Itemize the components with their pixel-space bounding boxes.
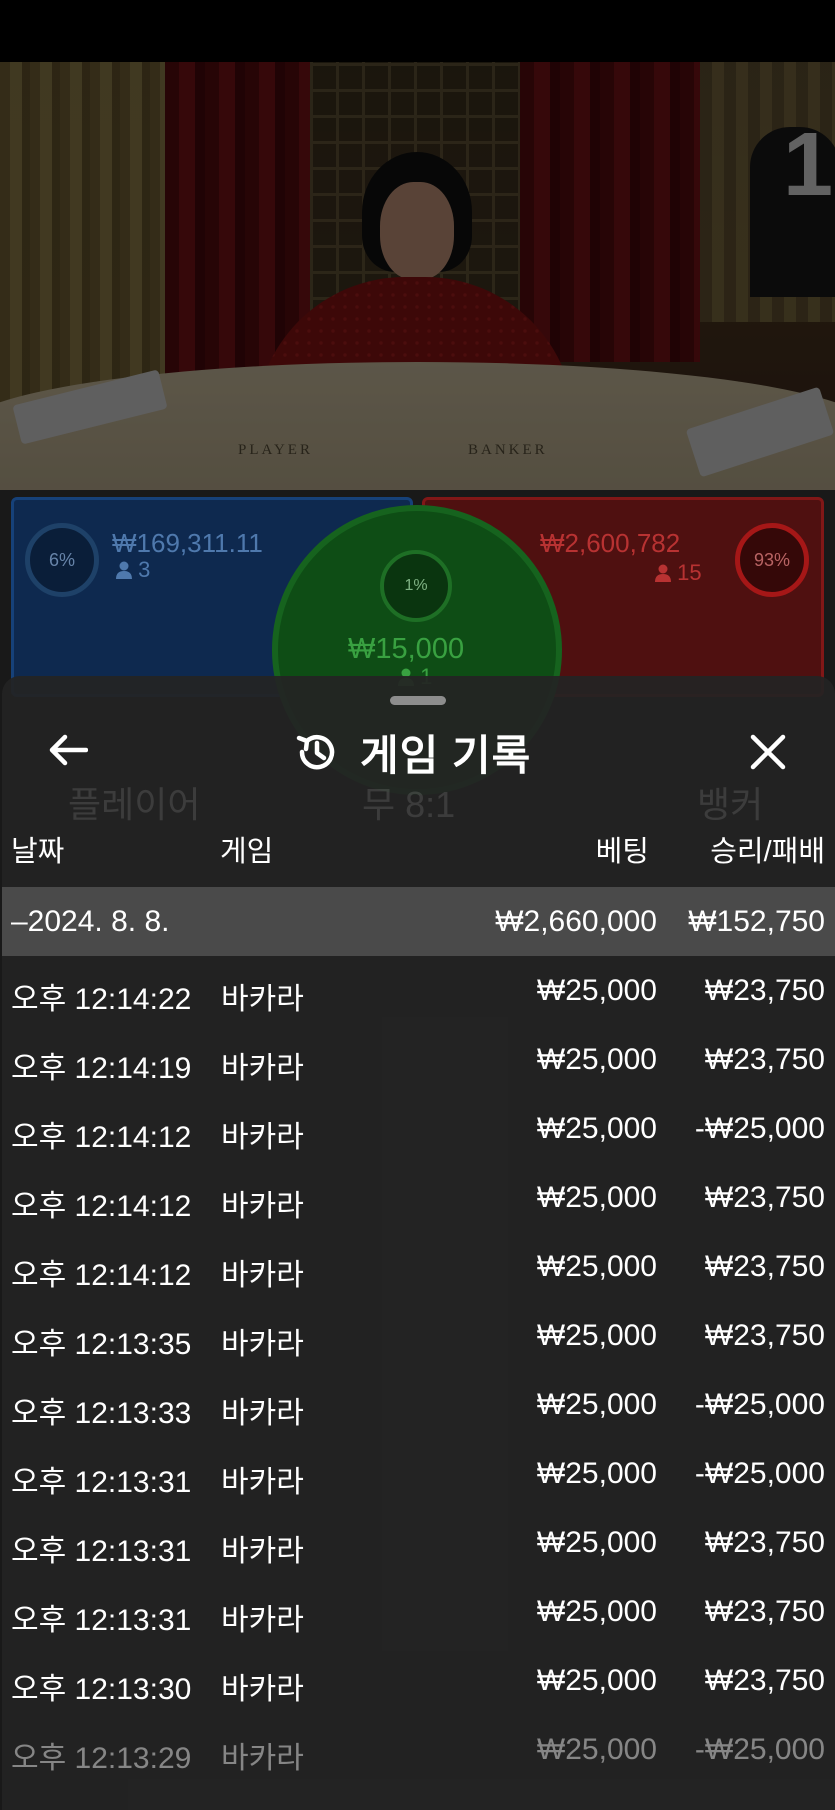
history-game: 바카라 bbox=[221, 983, 304, 1016]
game-history-sheet: 플레이어 무 8:1 뱅커 게임 기록 날짜 게임 베팅 승리/패배 –2024… bbox=[2, 676, 835, 1810]
history-time: 오후 12:14:12 bbox=[11, 1190, 192, 1223]
history-time: 오후 12:14:19 bbox=[11, 1052, 192, 1085]
history-game: 바카라 bbox=[221, 1397, 304, 1430]
header-game: 게임 bbox=[220, 836, 274, 868]
history-time: 오후 12:14:12 bbox=[11, 1121, 192, 1154]
history-bet: ₩25,000 bbox=[536, 1112, 657, 1145]
history-result: ₩23,750 bbox=[704, 1664, 825, 1697]
header-bet: 베팅 bbox=[595, 836, 649, 868]
history-result: ₩23,750 bbox=[704, 1250, 825, 1283]
header-result: 승리/패배 bbox=[710, 836, 825, 868]
history-row[interactable]: 오후 12:13:30 바카라 ₩25,000 ₩23,750 bbox=[2, 1646, 835, 1715]
history-time: 오후 12:13:31 bbox=[11, 1604, 192, 1637]
history-game: 바카라 bbox=[221, 1052, 304, 1085]
date-total-bet: ₩2,660,000 bbox=[495, 905, 657, 938]
history-bet: ₩25,000 bbox=[536, 1595, 657, 1628]
ghost-player-label: 플레이어 bbox=[68, 784, 201, 825]
date-label: –2024. 8. 8. bbox=[11, 905, 170, 938]
history-bet: ₩25,000 bbox=[536, 1664, 657, 1697]
history-game: 바카라 bbox=[221, 1742, 304, 1775]
history-result: -₩25,000 bbox=[694, 1733, 825, 1766]
history-row[interactable]: 오후 12:14:12 바카라 ₩25,000 -₩25,000 bbox=[2, 1094, 835, 1163]
history-list: –2024. 8. 8. ₩2,660,000 ₩152,750 오후 12:1… bbox=[2, 887, 835, 1784]
history-row[interactable]: 오후 12:13:31 바카라 ₩25,000 ₩23,750 bbox=[2, 1508, 835, 1577]
history-time: 오후 12:13:29 bbox=[11, 1742, 192, 1775]
history-row[interactable]: 오후 12:13:31 바카라 ₩25,000 -₩25,000 bbox=[2, 1439, 835, 1508]
history-game: 바카라 bbox=[221, 1535, 304, 1568]
history-bet: ₩25,000 bbox=[536, 1733, 657, 1766]
header-date: 날짜 bbox=[11, 836, 65, 868]
history-result: ₩23,750 bbox=[704, 974, 825, 1007]
history-time: 오후 12:13:33 bbox=[11, 1397, 192, 1430]
history-row[interactable]: 오후 12:13:29 바카라 ₩25,000 -₩25,000 bbox=[2, 1715, 835, 1784]
history-time: 오후 12:14:12 bbox=[11, 1259, 192, 1292]
history-result: ₩23,750 bbox=[704, 1181, 825, 1214]
history-game: 바카라 bbox=[221, 1673, 304, 1706]
history-result: ₩23,750 bbox=[704, 1319, 825, 1352]
history-game: 바카라 bbox=[221, 1604, 304, 1637]
history-result: ₩23,750 bbox=[704, 1526, 825, 1559]
history-bet: ₩25,000 bbox=[536, 1388, 657, 1421]
history-game: 바카라 bbox=[221, 1328, 304, 1361]
history-time: 오후 12:13:35 bbox=[11, 1328, 192, 1361]
close-icon bbox=[750, 734, 786, 770]
history-bet: ₩25,000 bbox=[536, 1043, 657, 1076]
date-group-row[interactable]: –2024. 8. 8. ₩2,660,000 ₩152,750 bbox=[2, 887, 835, 956]
close-button[interactable] bbox=[744, 728, 792, 776]
history-bet: ₩25,000 bbox=[536, 1526, 657, 1559]
history-time: 오후 12:13:31 bbox=[11, 1466, 192, 1499]
history-time: 오후 12:13:30 bbox=[11, 1673, 192, 1706]
history-result: -₩25,000 bbox=[694, 1112, 825, 1145]
history-time: 오후 12:13:31 bbox=[11, 1535, 192, 1568]
history-time: 오후 12:14:22 bbox=[11, 983, 192, 1016]
history-bet: ₩25,000 bbox=[536, 1181, 657, 1214]
history-icon bbox=[294, 729, 340, 775]
arrow-left-icon bbox=[49, 734, 88, 766]
ghost-tie-label: 무 8:1 bbox=[362, 784, 456, 825]
sheet-title-text: 게임 기록 bbox=[360, 731, 532, 779]
history-bet: ₩25,000 bbox=[536, 1250, 657, 1283]
history-game: 바카라 bbox=[221, 1121, 304, 1154]
history-result: ₩23,750 bbox=[704, 1043, 825, 1076]
history-result: -₩25,000 bbox=[694, 1457, 825, 1490]
history-bet: ₩25,000 bbox=[536, 1319, 657, 1352]
history-row[interactable]: 오후 12:14:22 바카라 ₩25,000 ₩23,750 bbox=[2, 956, 835, 1025]
ghost-banker-label: 뱅커 bbox=[697, 784, 764, 825]
history-game: 바카라 bbox=[221, 1190, 304, 1223]
date-total-result: ₩152,750 bbox=[688, 905, 825, 938]
history-row[interactable]: 오후 12:14:19 바카라 ₩25,000 ₩23,750 bbox=[2, 1025, 835, 1094]
drag-handle[interactable] bbox=[390, 696, 446, 705]
history-result: -₩25,000 bbox=[694, 1388, 825, 1421]
history-row[interactable]: 오후 12:14:12 바카라 ₩25,000 ₩23,750 bbox=[2, 1232, 835, 1301]
history-row[interactable]: 오후 12:13:33 바카라 ₩25,000 -₩25,000 bbox=[2, 1370, 835, 1439]
status-bar bbox=[0, 0, 835, 62]
history-bet: ₩25,000 bbox=[536, 974, 657, 1007]
history-row[interactable]: 오후 12:14:12 바카라 ₩25,000 ₩23,750 bbox=[2, 1163, 835, 1232]
history-result: ₩23,750 bbox=[704, 1595, 825, 1628]
history-bet: ₩25,000 bbox=[536, 1457, 657, 1490]
history-row[interactable]: 오후 12:13:35 바카라 ₩25,000 ₩23,750 bbox=[2, 1301, 835, 1370]
back-button[interactable] bbox=[46, 728, 90, 772]
history-game: 바카라 bbox=[221, 1466, 304, 1499]
history-game: 바카라 bbox=[221, 1259, 304, 1292]
sheet-title: 게임 기록 bbox=[294, 726, 531, 779]
history-row[interactable]: 오후 12:13:31 바카라 ₩25,000 ₩23,750 bbox=[2, 1577, 835, 1646]
